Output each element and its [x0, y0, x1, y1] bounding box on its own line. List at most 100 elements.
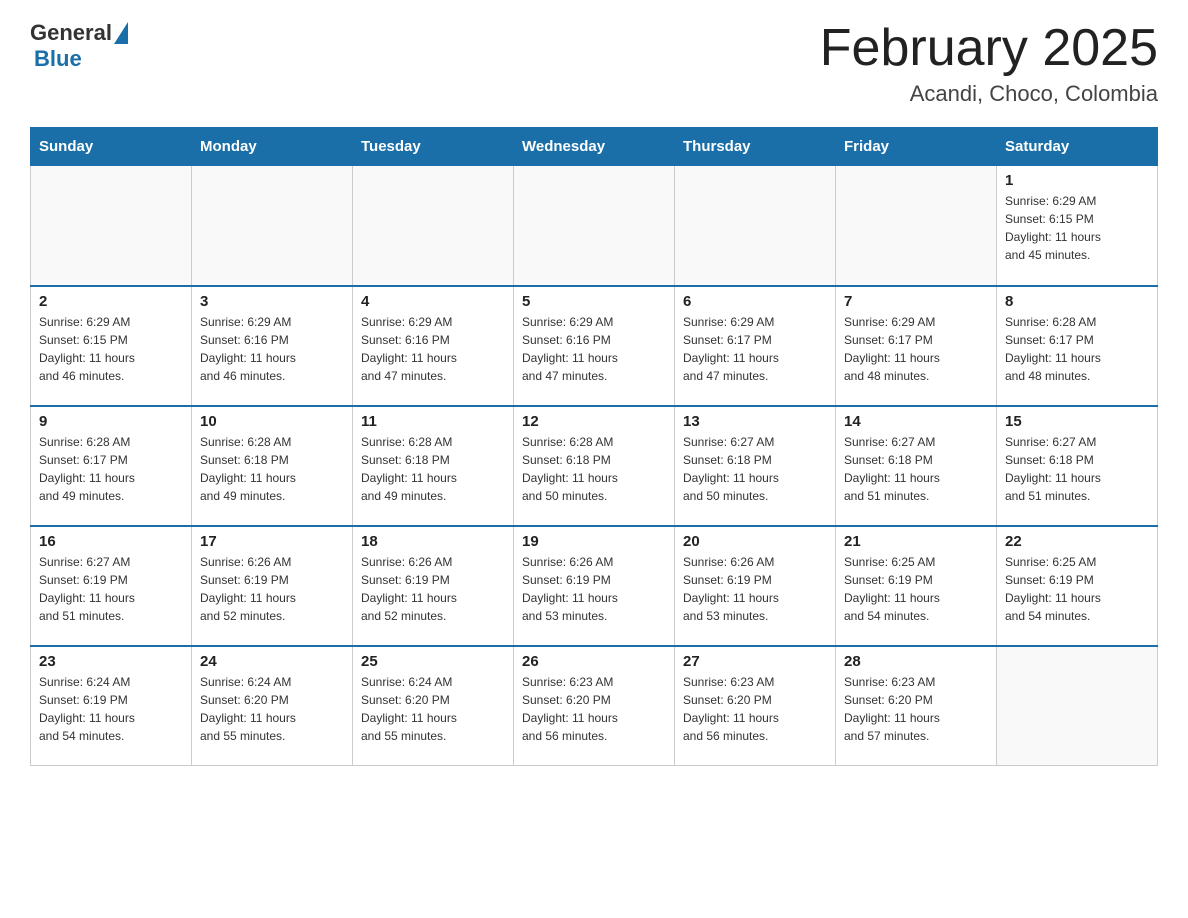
day-number: 27: [683, 653, 827, 670]
day-info: Sunrise: 6:26 AMSunset: 6:19 PMDaylight:…: [522, 553, 666, 625]
day-info: Sunrise: 6:29 AMSunset: 6:16 PMDaylight:…: [200, 313, 344, 385]
day-number: 25: [361, 653, 505, 670]
day-info: Sunrise: 6:26 AMSunset: 6:19 PMDaylight:…: [683, 553, 827, 625]
calendar-cell: [192, 166, 353, 286]
weekday-header-thursday: Thursday: [675, 128, 836, 166]
calendar-cell: 23 Sunrise: 6:24 AMSunset: 6:19 PMDayligh…: [31, 646, 192, 766]
calendar-cell: [514, 166, 675, 286]
day-number: 24: [200, 653, 344, 670]
day-info: Sunrise: 6:28 AMSunset: 6:18 PMDaylight:…: [200, 433, 344, 505]
calendar-week-row-2: 2Sunrise: 6:29 AMSunset: 6:15 PMDaylight…: [31, 286, 1158, 406]
calendar-week-row-3: 9Sunrise: 6:28 AMSunset: 6:17 PMDaylight…: [31, 406, 1158, 526]
day-number: 8: [1005, 293, 1149, 310]
calendar-cell: 17 Sunrise: 6:26 AMSunset: 6:19 PMDayligh…: [192, 526, 353, 646]
calendar-cell: 19 Sunrise: 6:26 AMSunset: 6:19 PMDayligh…: [514, 526, 675, 646]
day-number: 3: [200, 293, 344, 310]
day-info: Sunrise: 6:28 AMSunset: 6:18 PMDaylight:…: [361, 433, 505, 505]
month-title: February 2025: [820, 20, 1158, 77]
day-number: 28: [844, 653, 988, 670]
day-info: Sunrise: 6:29 AMSunset: 6:15 PMDaylight:…: [39, 313, 183, 385]
day-number: 21: [844, 533, 988, 550]
calendar-cell: 26Sunrise: 6:23 AMSunset: 6:20 PMDayligh…: [514, 646, 675, 766]
calendar-cell: 4Sunrise: 6:29 AMSunset: 6:16 PMDaylight…: [353, 286, 514, 406]
calendar-week-row-4: 16Sunrise: 6:27 AMSunset: 6:19 PMDayligh…: [31, 526, 1158, 646]
day-info: Sunrise: 6:27 AMSunset: 6:18 PMDaylight:…: [683, 433, 827, 505]
calendar-cell: [675, 166, 836, 286]
day-number: 15: [1005, 413, 1149, 430]
day-info: Sunrise: 6:24 AMSunset: 6:20 PMDaylight:…: [361, 673, 505, 745]
calendar-cell: 12Sunrise: 6:28 AMSunset: 6:18 PMDayligh…: [514, 406, 675, 526]
day-number: 7: [844, 293, 988, 310]
day-number: 4: [361, 293, 505, 310]
weekday-header-sunday: Sunday: [31, 128, 192, 166]
day-number: 23: [39, 653, 183, 670]
calendar-cell: 2Sunrise: 6:29 AMSunset: 6:15 PMDaylight…: [31, 286, 192, 406]
calendar-cell: 9Sunrise: 6:28 AMSunset: 6:17 PMDaylight…: [31, 406, 192, 526]
calendar-cell: 1 Sunrise: 6:29 AMSunset: 6:15 PMDaylight…: [997, 166, 1158, 286]
weekday-header-wednesday: Wednesday: [514, 128, 675, 166]
day-number: 14: [844, 413, 988, 430]
day-info: Sunrise: 6:27 AMSunset: 6:18 PMDaylight:…: [1005, 433, 1149, 505]
logo-blue-text: Blue: [34, 46, 82, 71]
calendar-cell: 24 Sunrise: 6:24 AMSunset: 6:20 PMDayligh…: [192, 646, 353, 766]
weekday-header-row: SundayMondayTuesdayWednesdayThursdayFrid…: [31, 128, 1158, 166]
calendar-cell: 22 Sunrise: 6:25 AMSunset: 6:19 PMDayligh…: [997, 526, 1158, 646]
calendar-cell: 14 Sunrise: 6:27 AMSunset: 6:18 PMDayligh…: [836, 406, 997, 526]
day-info: Sunrise: 6:26 AMSunset: 6:19 PMDaylight:…: [200, 553, 344, 625]
day-number: 11: [361, 413, 505, 430]
day-info: Sunrise: 6:28 AMSunset: 6:17 PMDaylight:…: [1005, 313, 1149, 385]
day-info: Sunrise: 6:24 AMSunset: 6:20 PMDaylight:…: [200, 673, 344, 745]
page-header: General Blue February 2025 Acandi, Choco…: [30, 20, 1158, 107]
day-info: Sunrise: 6:25 AMSunset: 6:19 PMDaylight:…: [1005, 553, 1149, 625]
day-info: Sunrise: 6:24 AMSunset: 6:19 PMDaylight:…: [39, 673, 183, 745]
calendar-cell: 13 Sunrise: 6:27 AMSunset: 6:18 PMDayligh…: [675, 406, 836, 526]
calendar-table: SundayMondayTuesdayWednesdayThursdayFrid…: [30, 127, 1158, 766]
day-info: Sunrise: 6:29 AMSunset: 6:17 PMDaylight:…: [683, 313, 827, 385]
day-info: Sunrise: 6:23 AMSunset: 6:20 PMDaylight:…: [522, 673, 666, 745]
logo-triangle-icon: [114, 22, 128, 44]
calendar-cell: [353, 166, 514, 286]
day-number: 1: [1005, 172, 1149, 189]
calendar-cell: 16Sunrise: 6:27 AMSunset: 6:19 PMDayligh…: [31, 526, 192, 646]
day-number: 19: [522, 533, 666, 550]
day-number: 18: [361, 533, 505, 550]
day-info: Sunrise: 6:28 AMSunset: 6:18 PMDaylight:…: [522, 433, 666, 505]
weekday-header-monday: Monday: [192, 128, 353, 166]
calendar-week-row-1: 1 Sunrise: 6:29 AMSunset: 6:15 PMDaylight…: [31, 166, 1158, 286]
calendar-cell: 27 Sunrise: 6:23 AMSunset: 6:20 PMDayligh…: [675, 646, 836, 766]
day-number: 13: [683, 413, 827, 430]
calendar-cell: 25 Sunrise: 6:24 AMSunset: 6:20 PMDayligh…: [353, 646, 514, 766]
logo-general-text: General: [30, 20, 112, 46]
calendar-cell: 20 Sunrise: 6:26 AMSunset: 6:19 PMDayligh…: [675, 526, 836, 646]
calendar-cell: 7 Sunrise: 6:29 AMSunset: 6:17 PMDaylight…: [836, 286, 997, 406]
calendar-cell: 18 Sunrise: 6:26 AMSunset: 6:19 PMDayligh…: [353, 526, 514, 646]
title-block: February 2025 Acandi, Choco, Colombia: [820, 20, 1158, 107]
weekday-header-tuesday: Tuesday: [353, 128, 514, 166]
calendar-cell: 11 Sunrise: 6:28 AMSunset: 6:18 PMDayligh…: [353, 406, 514, 526]
day-info: Sunrise: 6:29 AMSunset: 6:15 PMDaylight:…: [1005, 192, 1149, 264]
day-info: Sunrise: 6:26 AMSunset: 6:19 PMDaylight:…: [361, 553, 505, 625]
calendar-week-row-5: 23 Sunrise: 6:24 AMSunset: 6:19 PMDayligh…: [31, 646, 1158, 766]
logo: General Blue: [30, 20, 128, 72]
calendar-cell: 5Sunrise: 6:29 AMSunset: 6:16 PMDaylight…: [514, 286, 675, 406]
day-info: Sunrise: 6:29 AMSunset: 6:17 PMDaylight:…: [844, 313, 988, 385]
calendar-cell: [997, 646, 1158, 766]
day-info: Sunrise: 6:27 AMSunset: 6:18 PMDaylight:…: [844, 433, 988, 505]
day-number: 10: [200, 413, 344, 430]
day-number: 17: [200, 533, 344, 550]
calendar-cell: 21Sunrise: 6:25 AMSunset: 6:19 PMDayligh…: [836, 526, 997, 646]
calendar-cell: [31, 166, 192, 286]
day-info: Sunrise: 6:23 AMSunset: 6:20 PMDaylight:…: [683, 673, 827, 745]
calendar-cell: 8 Sunrise: 6:28 AMSunset: 6:17 PMDaylight…: [997, 286, 1158, 406]
calendar-cell: 10 Sunrise: 6:28 AMSunset: 6:18 PMDayligh…: [192, 406, 353, 526]
day-number: 5: [522, 293, 666, 310]
day-number: 20: [683, 533, 827, 550]
day-info: Sunrise: 6:28 AMSunset: 6:17 PMDaylight:…: [39, 433, 183, 505]
calendar-cell: 15 Sunrise: 6:27 AMSunset: 6:18 PMDayligh…: [997, 406, 1158, 526]
day-info: Sunrise: 6:23 AMSunset: 6:20 PMDaylight:…: [844, 673, 988, 745]
day-info: Sunrise: 6:27 AMSunset: 6:19 PMDaylight:…: [39, 553, 183, 625]
weekday-header-saturday: Saturday: [997, 128, 1158, 166]
calendar-cell: 6Sunrise: 6:29 AMSunset: 6:17 PMDaylight…: [675, 286, 836, 406]
location-title: Acandi, Choco, Colombia: [820, 81, 1158, 107]
day-number: 22: [1005, 533, 1149, 550]
